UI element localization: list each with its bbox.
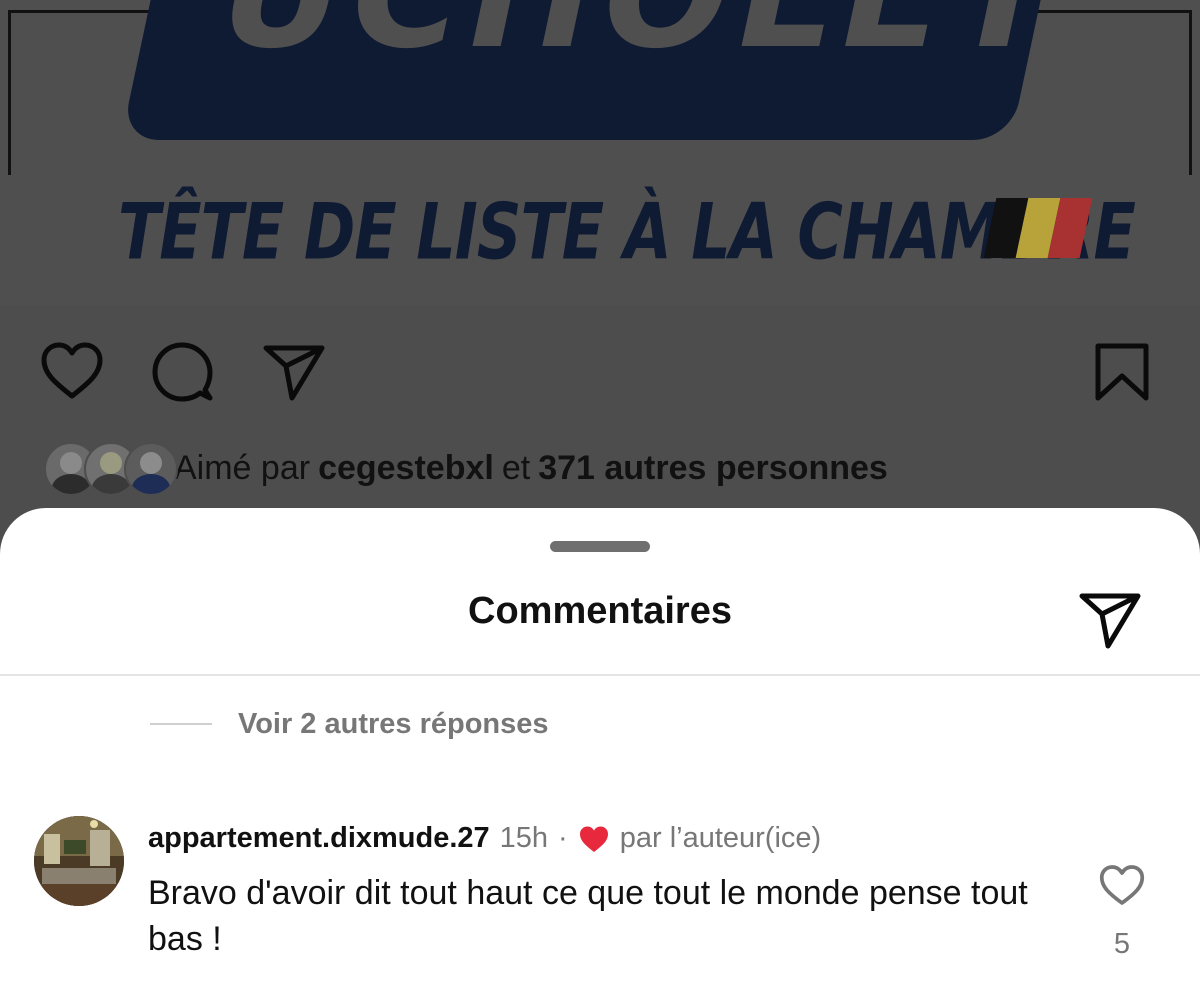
sheet-grabber[interactable]	[550, 541, 650, 552]
post-subtitle: TÊTE DE LISTE À LA CHAMBRE	[118, 186, 1136, 278]
post: UCHOLET TÊTE DE LISTE À LA CHAMBRE Aimé …	[0, 0, 1200, 520]
comment-bubble-icon[interactable]	[150, 340, 214, 404]
bookmark-icon[interactable]	[1090, 340, 1154, 404]
heart-filled-icon	[579, 826, 608, 852]
comment-text: Bravo d'avoir dit tout haut ce que tout …	[148, 874, 1028, 958]
banner-text: UCHOLET	[203, 0, 1049, 82]
comment-time: 15h	[499, 822, 549, 854]
sheet-divider	[0, 674, 1200, 676]
paper-plane-icon[interactable]	[262, 340, 326, 404]
paper-plane-icon[interactable]	[1078, 588, 1142, 652]
name-banner: UCHOLET	[120, 0, 1050, 140]
comment-username[interactable]: appartement.dixmude.27	[148, 822, 490, 855]
comment-item: appartement.dixmude.27 15h · par l’auteu…	[34, 814, 1164, 974]
avatar	[124, 442, 178, 496]
sheet-title: Commentaires	[468, 590, 732, 632]
comment-like-count: 5	[1113, 928, 1131, 960]
heart-outline-icon[interactable]	[40, 340, 104, 404]
separator-dot: ·	[558, 822, 568, 854]
post-actions	[0, 340, 1200, 410]
image-frame-left	[8, 10, 11, 175]
likes-others[interactable]: 371 autres personnes	[538, 449, 888, 488]
avatar[interactable]	[34, 816, 124, 906]
belgian-flag-icon	[983, 198, 1093, 258]
image-frame-right	[1189, 10, 1192, 175]
heart-outline-icon[interactable]	[1098, 862, 1146, 908]
likes-joiner: et	[501, 448, 531, 487]
view-replies-link[interactable]: Voir 2 autres réponses	[150, 704, 549, 744]
liker-username[interactable]: cegestebxl	[318, 449, 494, 488]
view-replies-label: Voir 2 autres réponses	[238, 707, 549, 740]
liked-by-author: par l’auteur(ice)	[619, 822, 822, 854]
replies-line	[150, 723, 212, 725]
likes-summary[interactable]: Aimé par cegestebxl et 371 autres person…	[44, 440, 896, 496]
liker-avatars	[44, 440, 178, 496]
post-image[interactable]: UCHOLET TÊTE DE LISTE À LA CHAMBRE	[0, 0, 1200, 305]
likes-prefix: Aimé par	[174, 448, 311, 487]
comment-header: appartement.dixmude.27 15h · par l’auteu…	[148, 822, 821, 855]
comments-sheet: Commentaires Voir 2 autres réponses appa…	[0, 508, 1200, 982]
